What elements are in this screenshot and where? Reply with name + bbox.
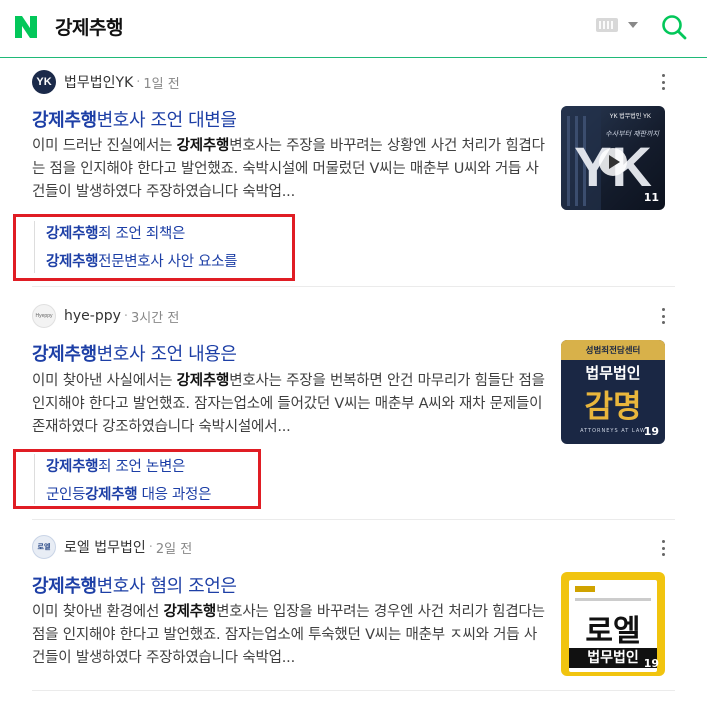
title-highlight: 강제추행 bbox=[32, 110, 97, 131]
post-time: 2일 전 bbox=[155, 541, 193, 557]
source-name: 로엘 법무법인 bbox=[64, 540, 146, 556]
thumb-brand: 로엘 bbox=[585, 614, 641, 649]
avatar: 로엘 bbox=[32, 535, 56, 559]
image-count-badge: 19 bbox=[643, 657, 659, 670]
separator-dot: · bbox=[148, 539, 153, 555]
divider bbox=[32, 690, 675, 691]
source-name: 법무법인YK bbox=[64, 75, 134, 91]
title-highlight: 강제추행 bbox=[32, 344, 97, 365]
source-row[interactable]: YK 법무법인YK · 1일 전 bbox=[32, 70, 180, 94]
search-result-card: 로엘 로엘 법무법인 · 2일 전 강제추행변호사 혐의 조언은 이미 찾아낸 … bbox=[0, 520, 707, 712]
result-description[interactable]: 이미 찾아낸 환경에선 강제추행변호사는 입장을 바꾸려는 경우엔 사건 처리가… bbox=[32, 601, 547, 670]
result-thumbnail[interactable]: 성범죄전담센터 법무법인 감명 ATTORNEYS AT LAW 19 bbox=[561, 340, 665, 444]
post-time: 3시간 전 bbox=[131, 310, 180, 326]
separator-dot: · bbox=[136, 74, 141, 90]
related-link[interactable]: 군인등강제추행 대응 과정은 bbox=[46, 483, 211, 504]
search-result-card: YK 법무법인YK · 1일 전 강제추행변호사 조언 대변을 이미 드러난 진… bbox=[0, 58, 707, 286]
thumb-brand: 감명 bbox=[584, 389, 642, 425]
naver-logo-icon[interactable] bbox=[12, 13, 40, 41]
sub-links-bar bbox=[34, 221, 35, 273]
source-row[interactable]: 로엘 로엘 법무법인 · 2일 전 bbox=[32, 535, 192, 559]
related-link[interactable]: 강제추행죄 조언 논변은 bbox=[46, 455, 185, 476]
result-title[interactable]: 강제추행변호사 혐의 조언은 bbox=[32, 572, 237, 598]
avatar: YK bbox=[32, 70, 56, 94]
related-link[interactable]: 강제추행죄 조언 죄책은 bbox=[46, 222, 185, 243]
title-text: 변호사 조언 대변을 bbox=[96, 110, 237, 131]
related-link[interactable]: 강제추행전문변호사 사안 요소를 bbox=[46, 250, 238, 271]
svg-text:YK 법무법인 YK: YK 법무법인 YK bbox=[610, 112, 651, 120]
title-highlight: 강제추행 bbox=[32, 576, 97, 597]
thumb-subtitle: 법무법인 bbox=[585, 364, 641, 382]
more-options-icon[interactable] bbox=[661, 540, 665, 556]
more-options-icon[interactable] bbox=[661, 74, 665, 90]
result-thumbnail[interactable]: 로엘 법무법인 19 bbox=[561, 572, 665, 676]
result-description[interactable]: 이미 드러난 진실에서는 강제추행변호사는 주장을 바꾸려는 상황엔 사건 처리… bbox=[32, 135, 547, 204]
search-header: 강제추행 bbox=[0, 0, 707, 58]
sub-links-bar bbox=[34, 454, 35, 504]
title-text: 변호사 혐의 조언은 bbox=[96, 576, 237, 597]
result-title[interactable]: 강제추행변호사 조언 내용은 bbox=[32, 340, 237, 366]
image-count-badge: 19 bbox=[643, 425, 659, 438]
title-text: 변호사 조언 내용은 bbox=[96, 344, 237, 365]
search-result-card: Hyeppy hye-ppy · 3시간 전 강제추행변호사 조언 내용은 이미… bbox=[0, 287, 707, 519]
search-icon[interactable] bbox=[660, 13, 688, 41]
separator-dot: · bbox=[123, 308, 129, 324]
result-thumbnail[interactable]: YK 법무법인 YK 수사부터 재판까지 YK 11 bbox=[561, 106, 665, 210]
chevron-down-icon[interactable] bbox=[628, 22, 638, 28]
more-options-icon[interactable] bbox=[661, 308, 665, 324]
image-count-badge: 11 bbox=[643, 191, 659, 204]
thumb-top-band: 성범죄전담센터 bbox=[561, 340, 665, 360]
search-query[interactable]: 강제추행 bbox=[55, 13, 123, 40]
post-time: 1일 전 bbox=[143, 76, 180, 92]
source-name: hye-ppy bbox=[64, 308, 121, 324]
keyboard-icon[interactable] bbox=[596, 18, 618, 32]
result-description[interactable]: 이미 찾아낸 사실에서는 강제추행변호사는 주장을 번복하면 안건 마무리가 힘… bbox=[32, 370, 547, 439]
source-row[interactable]: Hyeppy hye-ppy · 3시간 전 bbox=[32, 304, 179, 328]
result-title[interactable]: 강제추행변호사 조언 대변을 bbox=[32, 106, 237, 132]
avatar: Hyeppy bbox=[32, 304, 56, 328]
